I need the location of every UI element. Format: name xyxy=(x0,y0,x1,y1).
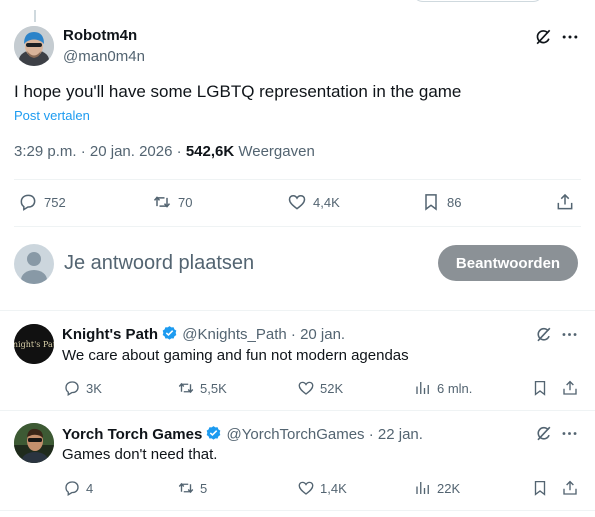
share-icon[interactable] xyxy=(555,192,575,212)
views-count: 542,6K xyxy=(185,143,235,160)
meta-separator: · xyxy=(368,426,374,443)
reply-display-name[interactable]: Knight's Path xyxy=(62,326,158,343)
share-icon[interactable] xyxy=(561,479,579,497)
bookmark-icon[interactable] xyxy=(531,379,549,397)
heart-icon xyxy=(297,379,315,397)
repost-icon xyxy=(177,379,195,397)
reply-button[interactable]: 4 xyxy=(63,479,93,497)
reply-display-name[interactable]: Yorch Torch Games xyxy=(62,426,202,443)
bookmark-icon[interactable] xyxy=(531,479,549,497)
bookmark-icon xyxy=(421,192,441,212)
reply-count: 3K xyxy=(86,380,102,396)
reply-handle[interactable]: @YorchTorchGames xyxy=(227,426,365,443)
translate-post-link[interactable]: Post vertalen xyxy=(14,108,90,123)
views-button[interactable]: 22K xyxy=(414,479,460,497)
heart-icon xyxy=(297,479,315,497)
repost-button[interactable]: 70 xyxy=(152,192,192,212)
author-avatar[interactable] xyxy=(14,26,54,66)
author-display-name[interactable]: Robotm4n xyxy=(63,27,137,44)
verified-badge-icon xyxy=(161,325,178,342)
reply-button[interactable]: 3K xyxy=(63,379,102,397)
grok-icon[interactable] xyxy=(534,424,553,443)
repost-count: 5 xyxy=(200,480,208,496)
views-count: 6 mln. xyxy=(437,380,473,396)
divider xyxy=(14,226,581,227)
reply-avatar[interactable] xyxy=(14,423,54,463)
divider xyxy=(0,310,595,311)
like-button[interactable]: 52K xyxy=(297,379,343,397)
like-count: 52K xyxy=(320,380,344,396)
author-handle[interactable]: @man0m4n xyxy=(63,48,145,65)
meta-separator: · xyxy=(176,143,186,160)
repost-button[interactable]: 5 xyxy=(177,479,207,497)
thread-line xyxy=(34,10,36,22)
more-options-icon[interactable] xyxy=(560,27,580,47)
reply-count: 752 xyxy=(44,194,66,210)
reply-date[interactable]: 20 jan. xyxy=(300,326,345,343)
like-button[interactable]: 1,4K xyxy=(297,479,347,497)
reply-count: 4 xyxy=(86,480,94,496)
reply-input[interactable]: Je antwoord plaatsen xyxy=(64,252,424,275)
reply-header: Knight's Path @Knights_Path · 20 jan. xyxy=(62,325,345,343)
post-date[interactable]: 20 jan. 2026 xyxy=(90,143,173,160)
repost-icon xyxy=(177,479,195,497)
grok-icon[interactable] xyxy=(533,27,553,47)
more-options-icon[interactable] xyxy=(560,325,579,344)
heart-icon xyxy=(287,192,307,212)
repost-icon xyxy=(152,192,172,212)
views-chart-icon xyxy=(414,379,432,397)
top-button-edge[interactable] xyxy=(412,0,544,2)
meta-separator: · xyxy=(80,143,90,160)
like-count: 4,4K xyxy=(313,194,340,210)
reply-icon xyxy=(63,479,81,497)
divider xyxy=(0,410,595,411)
reply-date[interactable]: 22 jan. xyxy=(378,426,423,443)
reply-button[interactable]: 752 xyxy=(18,192,66,212)
like-button[interactable]: 4,4K xyxy=(287,192,340,212)
repost-button[interactable]: 5,5K xyxy=(177,379,227,397)
reply-text: We care about gaming and fun not modern … xyxy=(62,347,409,364)
current-user-avatar xyxy=(14,244,54,284)
reply-submit-button[interactable]: Beantwoorden xyxy=(438,245,578,281)
reply-avatar[interactable]: Knight's Path xyxy=(14,324,54,364)
repost-count: 70 xyxy=(178,194,193,210)
share-icon[interactable] xyxy=(561,379,579,397)
post-time[interactable]: 3:29 p.m. xyxy=(14,143,77,160)
reply-header: Yorch Torch Games @YorchTorchGames · 22 … xyxy=(62,425,423,443)
views-chart-icon xyxy=(414,479,432,497)
views-button[interactable]: 6 mln. xyxy=(414,379,472,397)
verified-badge-icon xyxy=(205,425,222,442)
divider xyxy=(14,179,581,180)
views-label: Weergaven xyxy=(238,143,315,160)
repost-count: 5,5K xyxy=(200,380,227,396)
grok-icon[interactable] xyxy=(534,325,553,344)
meta-separator: · xyxy=(290,326,296,343)
reply-icon xyxy=(18,192,38,212)
reply-handle[interactable]: @Knights_Path xyxy=(182,326,286,343)
reply-avatar-logo-text: Knight's Path xyxy=(14,340,54,349)
divider xyxy=(0,510,595,511)
views-count: 22K xyxy=(437,480,461,496)
reply-icon xyxy=(63,379,81,397)
like-count: 1,4K xyxy=(320,480,347,496)
post-text: I hope you'll have some LGBTQ representa… xyxy=(14,82,462,101)
more-options-icon[interactable] xyxy=(560,424,579,443)
post-metadata: 3:29 p.m. · 20 jan. 2026 · 542,6K Weerga… xyxy=(14,143,315,160)
bookmark-button[interactable]: 86 xyxy=(421,192,461,212)
bookmark-count: 86 xyxy=(447,194,462,210)
reply-text: Games don't need that. xyxy=(62,446,218,463)
